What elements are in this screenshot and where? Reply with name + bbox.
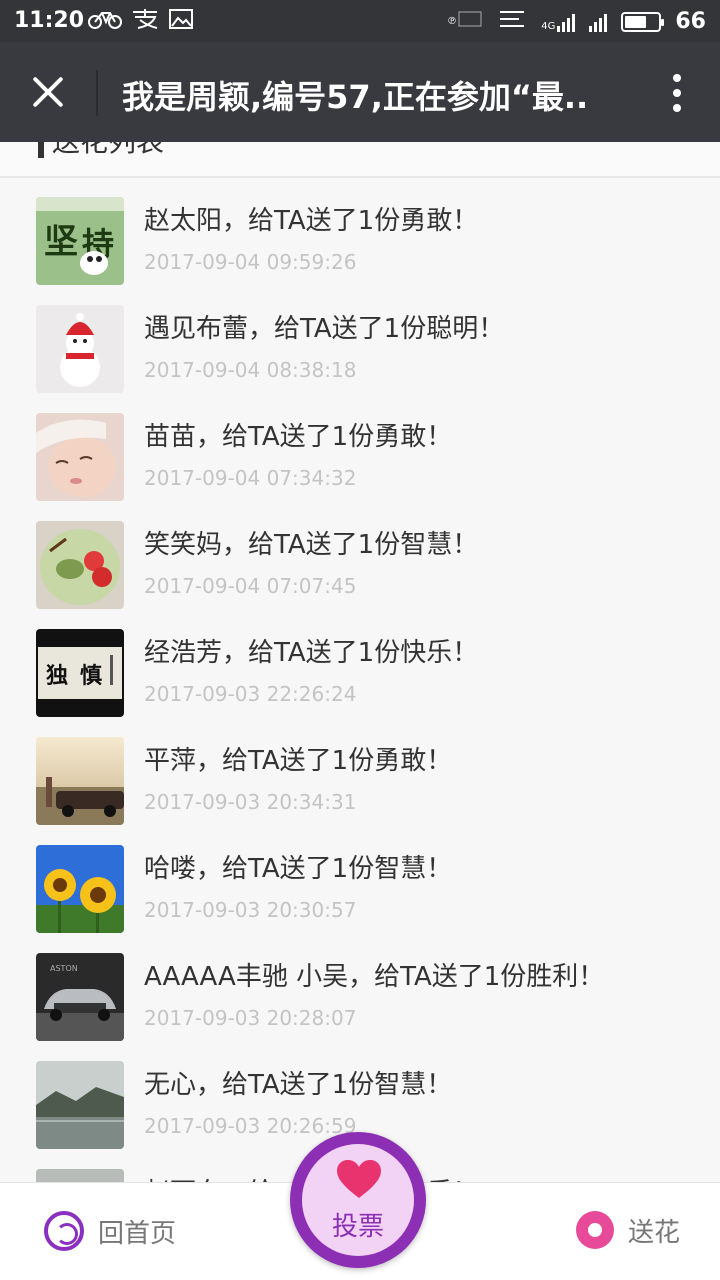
list-item: ASTON AAAAA丰驰 小吴，给TA送了1份胜利！ 2017-09-03 2…	[0, 934, 720, 1042]
flower-record-list[interactable]: 坚持 赵太阳，给TA送了1份勇敢！ 2017-09-04 09:59:26 遇见…	[0, 178, 720, 1182]
record-time: 2017-09-03 22:26:24	[144, 682, 357, 706]
navbar: 我是周颖,编号57,正在参加“最..	[0, 42, 720, 142]
avatar: ASTON	[36, 953, 124, 1041]
list-item: 笑笑妈，给TA送了1份智慧！ 2017-09-04 07:07:45	[0, 502, 720, 610]
record-time: 2017-09-04 07:34:32	[144, 466, 357, 490]
svg-text:坚: 坚	[44, 222, 78, 262]
page-title: 我是周颖,编号57,正在参加“最..	[122, 78, 589, 116]
record-time: 2017-09-03 20:26:59	[144, 1114, 357, 1138]
send-flower-button[interactable]: 送花	[575, 1211, 680, 1249]
section-bar	[38, 142, 44, 158]
refresh-circle-icon	[44, 1211, 84, 1251]
record-text: AAAAA丰驰 小吴，给TA送了1份胜利！	[144, 962, 605, 992]
record-time: 2017-09-04 07:07:45	[144, 574, 357, 598]
network-type: 4G	[541, 20, 556, 32]
avatar	[36, 1169, 124, 1182]
record-time: 2017-09-04 08:38:18	[144, 358, 357, 382]
signal-4g-icon: 4G	[541, 12, 576, 32]
more-options-icon[interactable]	[672, 74, 682, 112]
heart-icon	[337, 1160, 381, 1198]
avatar	[36, 1061, 124, 1149]
avatar	[36, 305, 124, 393]
nav-divider	[96, 70, 98, 116]
section-header: 送花列表	[0, 142, 720, 178]
menu-lines-icon	[497, 8, 527, 35]
record-time: 2017-09-03 20:34:31	[144, 790, 357, 814]
svg-text:ASTON: ASTON	[50, 964, 78, 973]
list-item: 遇见布蕾，给TA送了1份聪明！ 2017-09-04 08:38:18	[0, 286, 720, 394]
record-text: 经浩芳，给TA送了1份快乐！	[144, 638, 479, 668]
status-left-icons	[88, 8, 194, 36]
svg-text:℗: ℗	[447, 16, 457, 27]
list-item: 坚持 赵太阳，给TA送了1份勇敢！ 2017-09-04 09:59:26	[0, 178, 720, 286]
home-button[interactable]: 回首页	[44, 1211, 176, 1251]
record-text: 笑笑妈，给TA送了1份智慧！	[144, 530, 479, 560]
status-right-icons: ℗ 4G 66	[447, 8, 706, 35]
record-text: 苗苗，给TA送了1份勇敢！	[144, 422, 453, 452]
status-bar: 11:20 ℗ 4G 66	[0, 0, 720, 42]
list-item: 独慎 经浩芳，给TA送了1份快乐！ 2017-09-03 22:26:24	[0, 610, 720, 718]
alipay-icon	[130, 8, 160, 36]
close-icon[interactable]	[26, 70, 70, 114]
avatar	[36, 845, 124, 933]
home-label: 回首页	[98, 1218, 177, 1249]
record-time: 2017-09-03 20:30:57	[144, 898, 357, 922]
svg-text:独: 独	[46, 663, 68, 689]
flower-label: 送花	[627, 1217, 680, 1248]
record-time: 2017-09-03 20:28:07	[144, 1006, 357, 1030]
vote-button-inner: 投票	[302, 1144, 414, 1256]
record-text: 平萍，给TA送了1份勇敢！	[144, 746, 453, 776]
battery-icon	[621, 11, 665, 32]
vote-label: 投票	[331, 1212, 384, 1242]
section-title: 送花列表	[38, 142, 164, 160]
flower-icon	[575, 1211, 614, 1249]
vote-button[interactable]: 投票	[290, 1132, 426, 1268]
bicycle-icon	[88, 8, 122, 36]
signal-icon	[589, 12, 608, 32]
record-text: 无心，给TA送了1份智慧！	[144, 1070, 453, 1100]
svg-text:慎: 慎	[80, 663, 102, 689]
battery-fill	[625, 15, 647, 28]
avatar	[36, 413, 124, 501]
record-text: 哈喽，给TA送了1份智慧！	[144, 854, 453, 884]
avatar	[36, 737, 124, 825]
battery-percent: 66	[675, 9, 706, 34]
list-item: 哈喽，给TA送了1份智慧！ 2017-09-03 20:30:57	[0, 826, 720, 934]
avatar	[36, 521, 124, 609]
avatar: 坚持	[36, 197, 124, 285]
avatar: 独慎	[36, 629, 124, 717]
list-item: 平萍，给TA送了1份勇敢！ 2017-09-03 20:34:31	[0, 718, 720, 826]
record-text: 遇见布蕾，给TA送了1份聪明！	[144, 314, 505, 344]
gallery-icon	[168, 8, 194, 36]
list-item: 苗苗，给TA送了1份勇敢！ 2017-09-04 07:34:32	[0, 394, 720, 502]
record-text: 赵太阳，给TA送了1份勇敢！	[144, 206, 479, 236]
notification-icon: ℗	[447, 8, 483, 35]
record-time: 2017-09-04 09:59:26	[144, 250, 357, 274]
status-time: 11:20	[14, 8, 85, 33]
section-title-text: 送花列表	[52, 142, 164, 158]
